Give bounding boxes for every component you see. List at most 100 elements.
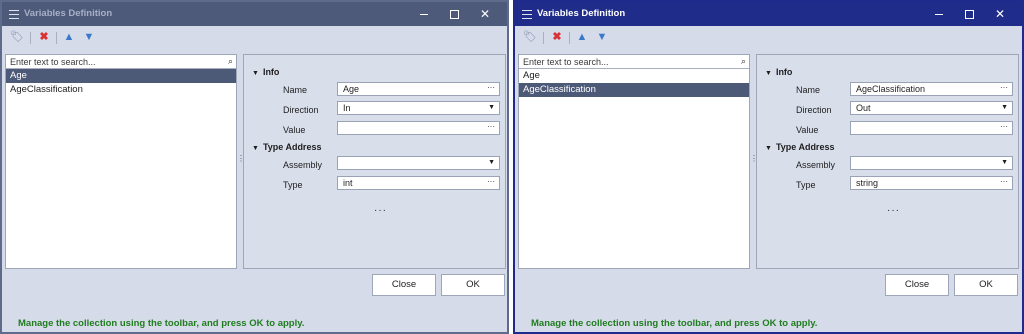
dropdown-arrow-icon[interactable]: ▼ <box>1001 159 1008 166</box>
category-type-address-label: Type Address <box>262 142 322 152</box>
value-field[interactable]: ··· <box>850 121 1013 135</box>
variables-list-pane: ⌕ Age AgeClassification <box>518 54 750 269</box>
ok-button[interactable]: OK <box>954 274 1018 296</box>
category-type-address[interactable]: ▼ Type Address <box>765 142 834 152</box>
title-bar[interactable]: Variables Definition ✕ <box>2 2 507 26</box>
variables-definition-dialog-1: Variables Definition ✕ 🏷 ✖ ▲ ▼ ⌕ Age Age… <box>0 0 509 334</box>
value-field[interactable]: ··· <box>337 121 500 135</box>
close-icon: ✕ <box>994 7 1006 21</box>
more-ellipsis-icon: ··· <box>887 205 900 216</box>
list-item-age[interactable]: Age <box>519 69 749 83</box>
maximize-icon <box>449 10 459 20</box>
title-bar[interactable]: Variables Definition ✕ <box>515 2 1022 26</box>
direction-select[interactable]: In ▼ <box>337 101 500 115</box>
status-message: Manage the collection using the toolbar,… <box>531 318 818 329</box>
search-box: ⌕ <box>6 55 236 69</box>
search-icon[interactable]: ⌕ <box>741 56 746 67</box>
window-title: Variables Definition <box>537 8 626 19</box>
ellipsis-button[interactable]: ··· <box>1000 83 1008 92</box>
splitter-handle[interactable]: ⋮ <box>750 155 758 163</box>
value-label: Value <box>283 125 306 135</box>
direction-value: In <box>343 103 351 113</box>
assembly-label: Assembly <box>796 160 836 170</box>
list-icon <box>9 10 19 19</box>
window-title: Variables Definition <box>24 8 113 19</box>
name-label: Name <box>283 85 308 95</box>
close-button[interactable]: Close <box>372 274 436 296</box>
ok-button[interactable]: OK <box>441 274 505 296</box>
arrow-down-icon[interactable]: ▼ <box>80 29 98 45</box>
dropdown-arrow-icon[interactable]: ▼ <box>488 104 495 111</box>
maximize-button[interactable] <box>439 5 469 24</box>
category-info-label: Info <box>775 67 793 77</box>
list-item-ageclassification[interactable]: AgeClassification <box>6 83 236 97</box>
toolbar-separator <box>30 32 31 44</box>
close-window-button[interactable]: ✕ <box>985 5 1015 24</box>
assembly-label: Assembly <box>283 160 323 170</box>
assembly-select[interactable]: ▼ <box>850 156 1013 170</box>
toolbar-separator <box>56 32 57 44</box>
arrow-up-icon[interactable]: ▲ <box>60 29 78 45</box>
collapse-triangle-icon[interactable]: ▼ <box>765 145 772 152</box>
collapse-triangle-icon[interactable]: ▼ <box>252 145 259 152</box>
variables-definition-dialog-2: Variables Definition ✕ 🏷 ✖ ▲ ▼ ⌕ Age Age… <box>513 0 1024 334</box>
toolbar: 🏷 ✖ ▲ ▼ <box>2 26 507 50</box>
category-type-address[interactable]: ▼ Type Address <box>252 142 321 152</box>
minimize-icon <box>420 14 428 16</box>
arrow-up-icon[interactable]: ▲ <box>573 29 591 45</box>
direction-select[interactable]: Out ▼ <box>850 101 1013 115</box>
ellipsis-button[interactable]: ··· <box>1000 122 1008 131</box>
close-window-button[interactable]: ✕ <box>470 5 500 24</box>
delete-icon[interactable]: ✖ <box>35 29 53 45</box>
name-field[interactable]: AgeClassification ··· <box>850 82 1013 96</box>
name-value: Age <box>343 84 360 94</box>
splitter-handle[interactable]: ⋮ <box>237 155 245 163</box>
search-input[interactable] <box>6 55 225 68</box>
collapse-triangle-icon[interactable]: ▼ <box>252 70 259 77</box>
type-value: string <box>856 178 879 188</box>
toolbar-separator <box>543 32 544 44</box>
direction-label: Direction <box>796 105 832 115</box>
name-field[interactable]: Age ··· <box>337 82 500 96</box>
search-input[interactable] <box>519 55 738 68</box>
direction-label: Direction <box>283 105 319 115</box>
list-item-ageclassification[interactable]: AgeClassification <box>519 83 749 97</box>
ellipsis-button[interactable]: ··· <box>1000 177 1008 186</box>
category-info-label: Info <box>262 67 280 77</box>
search-box: ⌕ <box>519 55 749 69</box>
value-label: Value <box>796 125 819 135</box>
category-info[interactable]: ▼ Info <box>765 67 792 77</box>
minimize-button[interactable] <box>924 5 954 24</box>
type-label: Type <box>283 180 303 190</box>
variables-list-pane: ⌕ Age AgeClassification <box>5 54 237 269</box>
name-value: AgeClassification <box>856 84 926 94</box>
list-icon <box>522 10 532 19</box>
property-grid: ▼ Info Name AgeClassification ··· Directio… <box>756 54 1019 269</box>
type-value: int <box>343 178 353 188</box>
dropdown-arrow-icon[interactable]: ▼ <box>1001 104 1008 111</box>
type-field[interactable]: string ··· <box>850 176 1013 190</box>
close-button[interactable]: Close <box>885 274 949 296</box>
ellipsis-button[interactable]: ··· <box>487 177 495 186</box>
name-label: Name <box>796 85 821 95</box>
dropdown-arrow-icon[interactable]: ▼ <box>488 159 495 166</box>
ellipsis-button[interactable]: ··· <box>487 83 495 92</box>
more-ellipsis-icon: ··· <box>374 205 387 216</box>
assembly-select[interactable]: ▼ <box>337 156 500 170</box>
delete-icon[interactable]: ✖ <box>548 29 566 45</box>
collapse-triangle-icon[interactable]: ▼ <box>765 70 772 77</box>
tag-icon[interactable]: 🏷 <box>8 29 26 45</box>
type-label: Type <box>796 180 816 190</box>
ellipsis-button[interactable]: ··· <box>487 122 495 131</box>
search-icon[interactable]: ⌕ <box>228 56 233 67</box>
direction-value: Out <box>856 103 871 113</box>
toolbar: 🏷 ✖ ▲ ▼ <box>515 26 1022 50</box>
type-field[interactable]: int ··· <box>337 176 500 190</box>
maximize-button[interactable] <box>954 5 984 24</box>
list-item-age[interactable]: Age <box>6 69 236 83</box>
minimize-button[interactable] <box>409 5 439 24</box>
category-info[interactable]: ▼ Info <box>252 67 279 77</box>
arrow-down-icon[interactable]: ▼ <box>593 29 611 45</box>
tag-icon[interactable]: 🏷 <box>521 29 539 45</box>
toolbar-separator <box>569 32 570 44</box>
